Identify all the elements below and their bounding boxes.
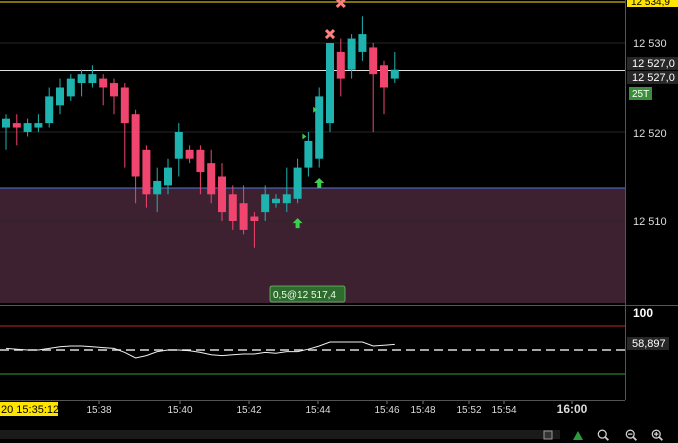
candle-body xyxy=(56,87,64,106)
candle-body xyxy=(272,198,280,204)
candle-body xyxy=(131,114,140,177)
candle-body xyxy=(77,74,86,84)
price-chart[interactable]: 12 534,9 12 530 12 527,0 12 527,0 25T 12… xyxy=(0,0,678,443)
candle-body xyxy=(293,167,302,199)
zoom-out-icon[interactable] xyxy=(625,428,639,442)
time-label: 15:48 xyxy=(410,405,435,416)
oscillator-value: 58,897 xyxy=(632,338,666,350)
candle-body xyxy=(218,176,226,213)
lock-icon[interactable] xyxy=(571,428,585,442)
horizontal-scrollbar[interactable] xyxy=(0,430,560,439)
candle-body xyxy=(99,78,108,88)
candle-body xyxy=(110,83,118,97)
price-label-12520: 12 520 xyxy=(633,128,667,140)
candle-body xyxy=(66,78,75,97)
candle-body xyxy=(2,118,10,128)
time-label: 15:38 xyxy=(86,405,111,416)
oscillator-top-label: 100 xyxy=(633,306,653,320)
oscillator-pane xyxy=(0,325,625,375)
time-label: 15:54 xyxy=(491,405,516,416)
candle xyxy=(326,43,334,132)
zoom-fit-icon[interactable] xyxy=(597,428,611,442)
candle-body xyxy=(12,123,21,128)
candle-body xyxy=(23,123,32,132)
candle-body xyxy=(304,140,313,168)
candle-body xyxy=(34,123,43,128)
candle-body xyxy=(347,38,356,70)
candle-body xyxy=(380,65,388,88)
candle-body xyxy=(207,163,216,195)
time-axis: 15:38 15:40 15:42 15:44 15:46 15:48 15:52 15:54… xyxy=(86,401,588,416)
time-label: 15:46 xyxy=(374,405,399,416)
candle-body xyxy=(45,96,54,124)
candle-body xyxy=(250,216,259,221)
candle-body xyxy=(120,87,129,124)
candle-body xyxy=(228,194,237,221)
candle-body xyxy=(326,43,334,124)
cursor-time-label: 20 15:35:12 xyxy=(1,404,59,416)
time-label: 16:00 xyxy=(557,402,588,416)
candle-body xyxy=(369,47,378,75)
candle-body xyxy=(88,74,97,84)
time-label: 15:42 xyxy=(236,405,261,416)
candle-body xyxy=(142,149,151,195)
candle-body xyxy=(185,149,194,159)
candle-body xyxy=(261,194,270,213)
price-label-12530: 12 530 xyxy=(633,38,667,50)
candle-body xyxy=(315,96,324,159)
price-label-current-1: 12 527,0 xyxy=(632,58,675,70)
candle-body xyxy=(390,69,399,79)
candle-body xyxy=(196,149,205,173)
price-label-top: 12 534,9 xyxy=(631,0,670,8)
time-label: 15:44 xyxy=(305,405,330,416)
order-label: 0,5@12 517,4 xyxy=(273,290,336,301)
time-label: 15:52 xyxy=(456,405,481,416)
candle-body xyxy=(239,203,248,230)
zoom-in-icon[interactable] xyxy=(651,428,665,442)
candle-body xyxy=(336,51,345,79)
candle-body xyxy=(164,167,172,186)
price-label-current-2: 12 527,0 xyxy=(632,72,675,84)
candle-body xyxy=(153,180,162,195)
time-label: 15:40 xyxy=(167,405,192,416)
timeframe-label: 25T xyxy=(632,89,649,100)
candle-body xyxy=(174,132,183,159)
candle-body xyxy=(282,194,291,204)
scroll-left-icon[interactable] xyxy=(541,428,555,442)
candle-body xyxy=(358,34,367,52)
price-label-12510: 12 510 xyxy=(633,216,667,228)
candle xyxy=(315,87,324,168)
